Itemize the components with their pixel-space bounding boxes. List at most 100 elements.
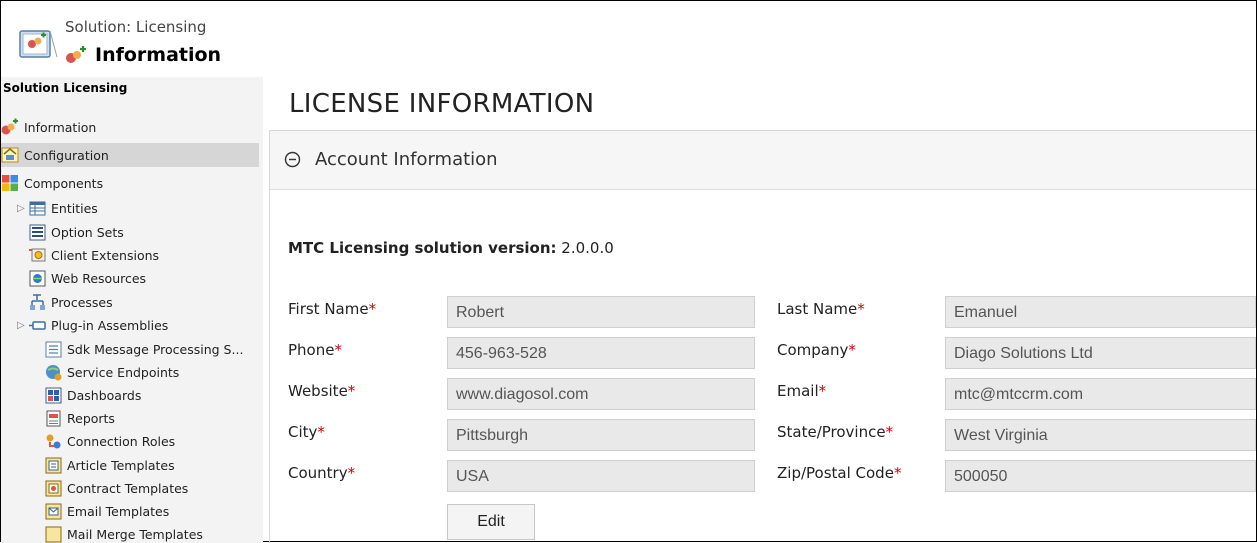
processes-icon: [30, 294, 45, 310]
required-marker: *: [347, 382, 356, 400]
dashboards-icon: [45, 387, 62, 404]
state-province-field[interactable]: West Virginia: [945, 419, 1256, 451]
article-templates-icon: [45, 457, 62, 474]
phone-label: Phone*: [288, 341, 342, 359]
required-marker: *: [818, 382, 827, 400]
sidebar-subitem-dashboards[interactable]: Dashboards: [45, 384, 263, 407]
web-resources-icon: [29, 270, 46, 287]
sidebar-subitem-processes[interactable]: Processes: [29, 291, 259, 314]
sidebar-subitem-label: Connection Roles: [67, 434, 176, 449]
required-marker: *: [857, 300, 865, 318]
plugin-assemblies-icon: [29, 321, 46, 330]
sidebar-subitem-web-resources[interactable]: Web Resources: [29, 267, 259, 290]
email-templates-icon: [45, 503, 62, 520]
sidebar-subitem-label: Entities: [51, 201, 98, 216]
email-field[interactable]: mtc@mtccrm.com: [945, 378, 1256, 410]
sidebar-subitem-client-extensions[interactable]: Client Extensions: [29, 244, 259, 267]
section-header[interactable]: Account Information: [270, 131, 1256, 190]
last-name-field[interactable]: Emanuel: [945, 296, 1256, 328]
country-label: Country*: [288, 464, 356, 482]
sidebar-subitem-label: Contract Templates: [67, 481, 189, 496]
sidebar-subitem-label: Web Resources: [51, 271, 147, 286]
service-endpoints-icon: [46, 365, 62, 381]
company-label: Company*: [777, 341, 856, 359]
sidebar-subitem-reports[interactable]: Reports: [45, 407, 263, 430]
sidebar-heading: Solution Licensing: [3, 81, 128, 95]
sidebar-subitem-label: Sdk Message Processing S...: [67, 342, 244, 357]
expand-arrow-icon[interactable]: ▷: [17, 203, 29, 214]
sidebar-subitem-label: Option Sets: [51, 225, 124, 240]
sidebar-item-configuration[interactable]: Configuration: [1, 143, 259, 167]
sidebar-subitem-label: Plug-in Assemblies: [51, 318, 169, 333]
sidebar-subitem-entities[interactable]: ▷ Entities: [17, 197, 247, 220]
sidebar-subitem-contract-templates[interactable]: Contract Templates: [45, 477, 263, 500]
sidebar-subitem-label: Dashboards: [67, 388, 142, 403]
sidebar-subitem-article-templates[interactable]: Article Templates: [45, 454, 263, 477]
city-field[interactable]: Pittsburgh: [447, 419, 755, 451]
connection-roles-icon: [46, 434, 61, 449]
sidebar-subitem-option-sets[interactable]: Option Sets: [29, 221, 259, 244]
sidebar-subitem-email-templates[interactable]: Email Templates: [45, 500, 263, 523]
sidebar: Solution Licensing Information Configura…: [1, 77, 263, 543]
option-sets-icon: [29, 224, 46, 241]
edit-button[interactable]: Edit: [447, 504, 535, 540]
sidebar-item-components[interactable]: Components: [1, 171, 259, 195]
sidebar-subitem-label: Email Templates: [67, 504, 170, 519]
required-marker: *: [317, 423, 325, 441]
page-header-title: Information: [95, 44, 222, 66]
sidebar-subitem-sdk-message[interactable]: Sdk Message Processing S...: [45, 338, 263, 361]
sidebar-subitem-label: Reports: [67, 411, 115, 426]
info-icon: [66, 46, 86, 63]
mail-merge-icon: [45, 526, 62, 543]
version-label: MTC Licensing solution version:: [288, 239, 557, 257]
version-value: 2.0.0.0: [561, 239, 614, 257]
required-marker: *: [368, 300, 377, 318]
sidebar-item-label: Configuration: [24, 147, 109, 163]
sdk-message-icon: [45, 341, 62, 358]
website-field[interactable]: www.diagosol.com: [447, 378, 755, 410]
sidebar-subitem-connection-roles[interactable]: Connection Roles: [45, 430, 263, 453]
first-name-field[interactable]: Robert: [447, 296, 755, 328]
website-label: Website*: [288, 382, 356, 400]
required-marker: *: [893, 464, 902, 482]
sidebar-subitem-label: Service Endpoints: [67, 365, 180, 380]
client-extensions-icon: [29, 248, 46, 262]
sidebar-subitem-service-endpoints[interactable]: Service Endpoints: [45, 361, 263, 384]
required-marker: *: [848, 341, 856, 359]
reports-icon: [46, 410, 61, 427]
sidebar-subitem-label: Client Extensions: [51, 248, 160, 263]
components-icon: [2, 175, 18, 191]
country-field[interactable]: USA: [447, 460, 755, 492]
breadcrumb: Solution: Licensing: [65, 18, 207, 36]
entities-icon: [29, 201, 46, 216]
collapse-icon[interactable]: [284, 151, 301, 168]
sidebar-item-label: Information: [24, 119, 97, 135]
sidebar-subitem-label: Article Templates: [67, 458, 175, 473]
expand-arrow-icon[interactable]: ▷: [17, 320, 29, 331]
required-marker: *: [334, 341, 342, 359]
info-icon: [1, 118, 18, 135]
phone-field[interactable]: 456-963-528: [447, 337, 755, 369]
section-title: Account Information: [315, 149, 498, 170]
last-name-label: Last Name*: [777, 300, 865, 318]
first-name-label: First Name*: [288, 300, 377, 318]
sidebar-subitem-plugin-assemblies[interactable]: ▷ Plug-in Assemblies: [17, 314, 247, 337]
required-marker: *: [885, 423, 894, 441]
company-field[interactable]: Diago Solutions Ltd: [945, 337, 1256, 369]
email-label: Email*: [777, 382, 827, 400]
sidebar-subitem-mail-merge-templates[interactable]: Mail Merge Templates: [45, 523, 263, 543]
contract-templates-icon: [45, 480, 62, 497]
required-marker: *: [347, 464, 356, 482]
solution-icon: [19, 30, 58, 58]
sidebar-subitem-label: Processes: [51, 295, 113, 310]
sidebar-item-information[interactable]: Information: [1, 115, 259, 139]
city-label: City*: [288, 423, 325, 441]
state-province-label: State/Province*: [777, 423, 894, 441]
page-header: Solution: Licensing Information: [1, 1, 1256, 77]
sidebar-subitem-label: Mail Merge Templates: [67, 527, 203, 542]
zip-postal-code-label: Zip/Postal Code*: [777, 464, 902, 482]
page-title: LICENSE INFORMATION: [289, 89, 595, 119]
zip-postal-code-field[interactable]: 500050: [945, 460, 1256, 492]
solution-version: MTC Licensing solution version: 2.0.0.0: [288, 239, 614, 257]
configuration-icon: [1, 147, 19, 163]
